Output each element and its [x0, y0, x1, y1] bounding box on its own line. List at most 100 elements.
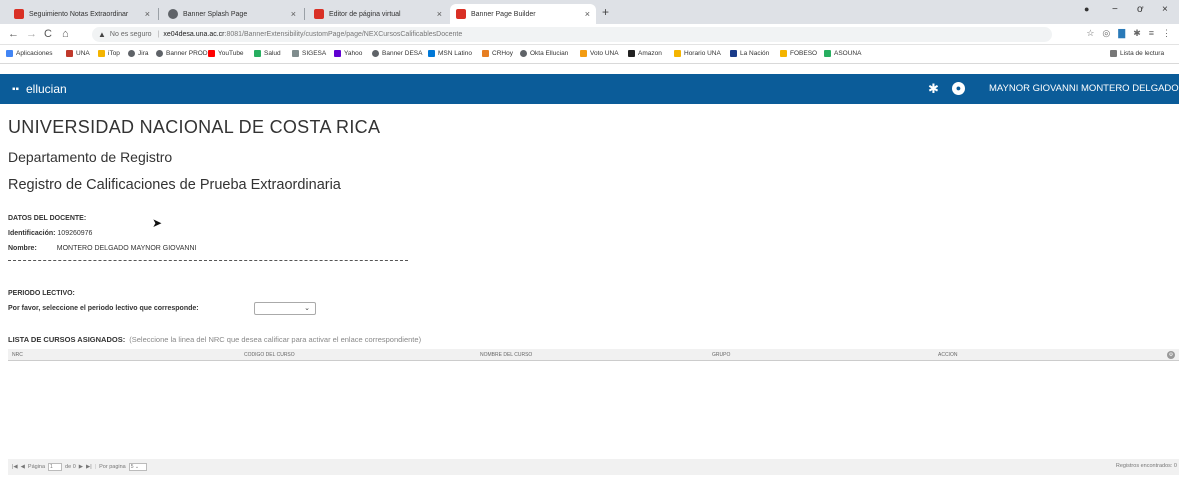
last-page-icon[interactable]: ▶| [86, 464, 92, 470]
bookmark-itop[interactable]: iTop [98, 50, 120, 57]
home-icon[interactable]: ⌂ [62, 28, 69, 40]
printer-icon[interactable]: ▇ [1118, 28, 1125, 39]
bookmark-crhoy[interactable]: CRHoy [482, 50, 513, 57]
column-accion[interactable]: ACCION [938, 352, 957, 358]
bookmark-yahoo[interactable]: Yahoo [334, 50, 362, 57]
app-grid-icon[interactable]: ▪▪ [12, 84, 19, 95]
courses-table-body [8, 361, 1179, 459]
star-icon[interactable]: ☆ [1086, 28, 1094, 39]
nombre-value: MONTERO DELGADO MAYNOR GIOVANNI [56, 245, 197, 252]
tab-title: Banner Splash Page [183, 10, 248, 18]
next-page-icon[interactable]: ▶ [79, 464, 83, 470]
bookmark-sigesa[interactable]: SIGESA [292, 50, 326, 57]
bookmark-horario[interactable]: Horario UNA [674, 50, 721, 57]
profile-icon[interactable]: ● [1084, 4, 1089, 14]
bookmark-voto-una[interactable]: Voto UNA [580, 50, 619, 57]
warning-icon: ▲ [98, 30, 106, 39]
lista-header: LISTA DE CURSOS ASIGNADOS: (Seleccione la… [8, 335, 421, 344]
prev-page-icon[interactable]: ◀ [21, 464, 25, 470]
camera-icon[interactable]: ◎ [1102, 28, 1110, 39]
globe-icon [168, 9, 178, 19]
close-icon[interactable]: × [145, 9, 150, 19]
bookmarks-bar: Aplicaciones UNA iTop Jira Banner PROD Y… [0, 45, 1179, 64]
maximize-icon[interactable]: ơ [1137, 4, 1144, 15]
nombre-row: Nombre: MONTERO DELGADO MAYNOR GIOVANNI [8, 245, 197, 252]
column-nrc[interactable]: NRC [12, 352, 23, 358]
periodo-prompt: Por favor, seleccione el periodo lectivo… [8, 305, 199, 312]
lista-title: LISTA DE CURSOS ASIGNADOS: [8, 335, 126, 344]
bookmark-youtube[interactable]: YouTube [208, 50, 244, 57]
bookmark-banner-prod[interactable]: Banner PROD [156, 50, 208, 57]
user-name[interactable]: MAYNOR GIOVANNI MONTERO DELGADO [989, 83, 1179, 94]
page-icon [314, 9, 324, 19]
nombre-label: Nombre: [8, 245, 37, 252]
page-label: Página [27, 464, 46, 470]
first-page-icon[interactable]: |◀ [12, 464, 18, 470]
per-page-label: Por pagina [99, 464, 126, 470]
tab-title: Editor de página virtual [329, 10, 401, 18]
new-tab-button[interactable]: + [602, 5, 609, 19]
address-bar-row: ← → C ⌂ ▲ No es seguro | xe04desa.una.ac… [0, 24, 1179, 45]
bookmark-apps[interactable]: Aplicaciones [6, 50, 53, 57]
brand-logo: ellucian [26, 82, 67, 96]
bookmark-fobeso[interactable]: FOBESO [780, 50, 817, 57]
bookmark-amazon[interactable]: Amazon [628, 50, 662, 57]
url-path: :8081/BannerExtensibility/customPage/pag… [224, 31, 463, 38]
security-label: No es seguro [109, 31, 152, 38]
department-title: Departamento de Registro [8, 149, 173, 165]
bookmark-msn[interactable]: MSN Latino [428, 50, 472, 57]
page-icon [456, 9, 466, 19]
settings-icon[interactable]: ⚙ [1167, 351, 1175, 359]
bookmark-la-nacion[interactable]: La Nación [730, 50, 769, 57]
menu-icon[interactable]: ⋮ [1162, 28, 1171, 39]
docente-header: DATOS DEL DOCENTE: [8, 215, 87, 222]
per-page-select[interactable]: 5 ⌄ [128, 463, 147, 471]
url-host: xe04desa.una.ac.cr [163, 31, 225, 38]
browser-tab-strip: Seguimiento Notas Extraordinar × Banner … [0, 0, 1179, 24]
bookmark-una[interactable]: UNA [66, 50, 90, 57]
bookmark-jira[interactable]: Jira [128, 50, 148, 57]
window-close-icon[interactable]: × [1162, 4, 1168, 15]
tab-page-builder[interactable]: Banner Page Builder × [450, 4, 596, 24]
reading-mode-icon[interactable]: ≡ [1149, 28, 1154, 39]
close-icon[interactable]: × [585, 9, 590, 19]
records-count: Registros encontrados: 0 [1115, 463, 1177, 469]
app-header: ▪▪ ellucian ✱ ● MAYNOR GIOVANNI MONTERO … [0, 74, 1179, 104]
back-icon[interactable]: ← [8, 28, 19, 40]
tab-title: Seguimiento Notas Extraordinar [29, 10, 129, 18]
courses-table-header: NRC CODIGO DEL CURSO NOMBRE DEL CURSO GR… [8, 349, 1179, 361]
gear-icon[interactable]: ✱ [928, 81, 939, 97]
page-input[interactable]: 1 [48, 463, 63, 471]
column-nombre[interactable]: NOMBRE DEL CURSO [480, 352, 532, 358]
page-count: de 0 [65, 464, 76, 470]
table-pager: |◀ ◀ Página 1 de 0 ▶ ▶| | Por pagina 5 ⌄… [8, 459, 1179, 475]
bookmark-okta[interactable]: Okta Ellucian [520, 50, 568, 57]
periodo-header: PERIODO LECTIVO: [8, 290, 75, 297]
bookmark-banner-desa[interactable]: Banner DESA [372, 50, 422, 57]
extensions-icon[interactable]: ✱ [1133, 28, 1141, 39]
user-avatar-icon[interactable]: ● [952, 82, 965, 95]
close-icon[interactable]: × [437, 9, 442, 19]
university-title: UNIVERSIDAD NACIONAL DE COSTA RICA [8, 117, 381, 137]
url-input[interactable]: ▲ No es seguro | xe04desa.una.ac.cr:8081… [92, 27, 1052, 42]
bookmark-asouna[interactable]: ASOUNA [824, 50, 861, 57]
minimize-icon[interactable]: − [1112, 4, 1118, 15]
reading-list[interactable]: Lista de lectura [1110, 50, 1164, 57]
chevron-down-icon: ⌄ [304, 305, 310, 312]
column-codigo[interactable]: CODIGO DEL CURSO [244, 352, 295, 358]
gmail-icon [14, 9, 24, 19]
reload-icon[interactable]: C [44, 28, 52, 40]
tab-seguimiento[interactable]: Seguimiento Notas Extraordinar × [8, 4, 156, 24]
column-grupo[interactable]: GRUPO [712, 352, 730, 358]
close-icon[interactable]: × [291, 9, 296, 19]
page-title: Registro de Calificaciones de Prueba Ext… [8, 177, 341, 193]
periodo-select[interactable]: ⌄ [254, 302, 316, 315]
tab-editor[interactable]: Editor de página virtual × [308, 4, 448, 24]
identificacion-value: 109260976 [57, 230, 93, 237]
bookmark-salud[interactable]: Salud [254, 50, 281, 57]
divider [8, 260, 408, 264]
lista-hint: (Seleccione la linea del NRC que desea c… [129, 335, 422, 344]
identificacion-label: Identificación: [8, 230, 56, 237]
tab-splash[interactable]: Banner Splash Page × [162, 4, 302, 24]
forward-icon[interactable]: → [26, 28, 37, 40]
